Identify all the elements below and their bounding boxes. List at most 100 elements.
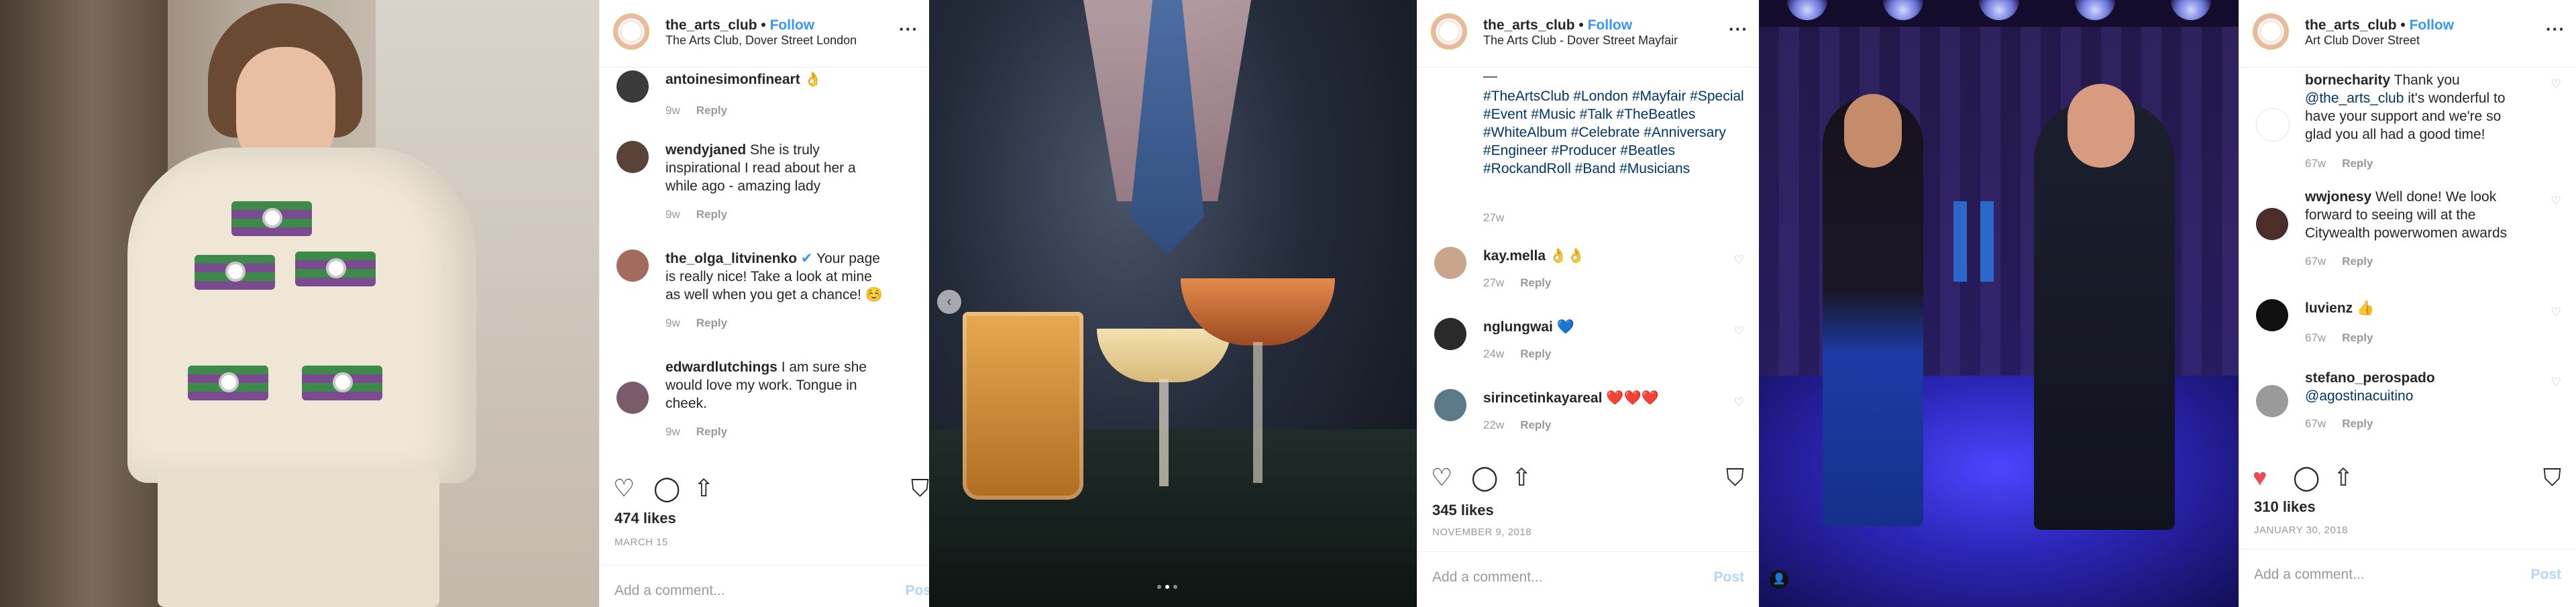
comment-text: stefano_perospado @agostinacuitino — [2305, 369, 2530, 405]
likes-count[interactable]: 474 likes — [614, 510, 676, 527]
follow-button[interactable]: Follow — [2410, 17, 2455, 33]
commenter-avatar[interactable] — [2256, 299, 2288, 331]
post-photo-portrait[interactable] — [0, 0, 599, 607]
comment-text: nglungwai 💙 — [1483, 319, 1574, 335]
comment-like-icon[interactable]: ♡ — [2551, 376, 2561, 389]
comment-like-icon[interactable]: ♡ — [1734, 325, 1744, 338]
add-comment-input[interactable]: Add a comment... — [2254, 567, 2365, 583]
post-comment-button[interactable]: Post — [1713, 569, 1744, 586]
post-username[interactable]: the_arts_club • Follow — [665, 17, 814, 34]
comment-username[interactable]: wendyjaned — [665, 142, 746, 158]
commenter-avatar[interactable] — [616, 70, 649, 103]
comment-like-icon[interactable]: ♡ — [2551, 306, 2561, 319]
comment-username[interactable]: edwardlutchings — [665, 360, 777, 375]
verified-badge-icon: ✔ — [800, 251, 813, 266]
post-photo-cocktails[interactable]: ‹ — [929, 0, 1417, 607]
post-location[interactable]: The Arts Club, Dover Street London — [665, 34, 857, 48]
post-comment-button[interactable]: Post — [905, 583, 929, 599]
comment-icon[interactable]: ◯ — [2293, 464, 2320, 491]
bookmark-icon[interactable]: ⛉ — [2543, 464, 2561, 491]
reply-button[interactable]: Reply — [1520, 347, 1551, 360]
post-location[interactable]: Art Club Dover Street — [2305, 34, 2420, 48]
more-options-icon[interactable]: ··· — [899, 19, 918, 40]
mention-link[interactable]: @agostinacuitino — [2305, 388, 2413, 404]
commenter-avatar[interactable] — [1434, 247, 1466, 279]
post-date: NOVEMBER 9, 2018 — [1432, 527, 1532, 538]
reply-button[interactable]: Reply — [1520, 276, 1551, 289]
comment-icon[interactable]: ◯ — [653, 475, 680, 502]
comment-username[interactable]: stefano_perospado — [2305, 370, 2435, 386]
comment-like-icon[interactable]: ♡ — [1734, 396, 1744, 409]
reply-button[interactable]: Reply — [696, 208, 727, 221]
comment-text: luvienz 👍 — [2305, 300, 2375, 316]
commenter-avatar[interactable] — [1434, 389, 1466, 421]
comment-username[interactable]: sirincetinkayareal — [1483, 390, 1602, 406]
comment-like-icon[interactable]: ♡ — [2551, 78, 2561, 91]
comment-like-icon[interactable]: ♡ — [1734, 254, 1744, 267]
comment-icon[interactable]: ◯ — [1471, 464, 1498, 491]
comment-username[interactable]: wwjonesy — [2305, 189, 2371, 205]
add-comment-input[interactable]: Add a comment... — [1432, 569, 1543, 586]
likes-count[interactable]: 310 likes — [2254, 498, 2316, 516]
reply-button[interactable]: Reply — [696, 317, 727, 329]
share-icon[interactable]: ⇧ — [694, 475, 714, 502]
commenter-avatar[interactable] — [616, 141, 649, 173]
carousel-dot[interactable] — [1157, 585, 1161, 589]
reply-button[interactable]: Reply — [696, 104, 727, 117]
post-location[interactable]: The Arts Club - Dover Street Mayfair — [1483, 34, 1678, 48]
carousel-prev-icon[interactable]: ‹ — [937, 290, 961, 314]
liked-heart-icon[interactable]: ♥ — [2253, 464, 2267, 491]
carousel-dot[interactable] — [1173, 585, 1177, 589]
comment-username[interactable]: luvienz — [2305, 300, 2353, 316]
post-actions: ♡ ◯ ⇧ ⛉ — [600, 475, 929, 515]
reply-button[interactable]: Reply — [2342, 255, 2373, 268]
caption-hashtags[interactable]: #TheArtsClub #London #Mayfair #Special #… — [1483, 87, 1752, 178]
profile-avatar[interactable] — [613, 13, 649, 50]
photo-bottles — [1953, 201, 2007, 282]
photo-coupe-glass — [1097, 329, 1231, 382]
post-username[interactable]: the_arts_club • Follow — [2305, 17, 2454, 34]
profile-avatar[interactable] — [1431, 13, 1467, 50]
follow-button[interactable]: Follow — [1588, 17, 1633, 33]
carousel-dot[interactable] — [1165, 585, 1169, 589]
tagged-people-icon[interactable]: 👤 — [1770, 570, 1788, 589]
profile-avatar[interactable] — [2253, 13, 2289, 50]
comment-username[interactable]: the_olga_litvinenko — [665, 251, 797, 266]
post-comment-button[interactable]: Post — [2530, 567, 2561, 583]
post-username[interactable]: the_arts_club • Follow — [1483, 17, 1632, 34]
screenshot-strip: the_arts_club • Follow The Arts Club, Do… — [0, 0, 2576, 607]
commenter-avatar[interactable] — [616, 250, 649, 282]
post-photo-stage[interactable]: 👤 — [1759, 0, 2239, 607]
like-heart-icon[interactable]: ♡ — [613, 475, 635, 502]
comment-meta: 22w Reply — [1483, 419, 1552, 431]
reply-button[interactable]: Reply — [696, 425, 727, 438]
more-options-icon[interactable]: ··· — [2546, 19, 2565, 40]
share-icon[interactable]: ⇧ — [1511, 464, 1532, 491]
stage-lamp — [1882, 0, 1923, 20]
commenter-avatar[interactable] — [1434, 318, 1466, 350]
reply-button[interactable]: Reply — [2342, 417, 2373, 430]
comment-username[interactable]: antoinesimonfineart — [665, 72, 800, 87]
follow-button[interactable]: Follow — [770, 17, 815, 33]
more-options-icon[interactable]: ··· — [1729, 19, 1748, 40]
comment-like-icon[interactable]: ♡ — [2551, 195, 2561, 208]
comment-text: wendyjaned She is truly inspirational I … — [665, 142, 856, 194]
bookmark-icon[interactable]: ⛉ — [911, 475, 929, 502]
commenter-avatar[interactable] — [616, 382, 649, 414]
comment-username[interactable]: nglungwai — [1483, 319, 1553, 335]
mention-link[interactable]: @the_arts_club — [2305, 91, 2404, 106]
reply-button[interactable]: Reply — [1520, 419, 1551, 431]
comment-meta: 9w Reply — [665, 425, 728, 438]
comment-username[interactable]: kay.mella — [1483, 248, 1546, 264]
commenter-avatar[interactable] — [2256, 385, 2288, 417]
bookmark-icon[interactable]: ⛉ — [1726, 464, 1744, 491]
commenter-avatar[interactable] — [2256, 108, 2290, 142]
share-icon[interactable]: ⇧ — [2333, 464, 2353, 491]
likes-count[interactable]: 345 likes — [1432, 502, 1494, 519]
like-heart-icon[interactable]: ♡ — [1431, 464, 1452, 491]
reply-button[interactable]: Reply — [2342, 157, 2373, 170]
reply-button[interactable]: Reply — [2342, 331, 2373, 344]
commenter-avatar[interactable] — [2256, 208, 2288, 240]
add-comment-input[interactable]: Add a comment... — [614, 583, 725, 599]
comment-username[interactable]: bornecharity — [2305, 72, 2390, 88]
